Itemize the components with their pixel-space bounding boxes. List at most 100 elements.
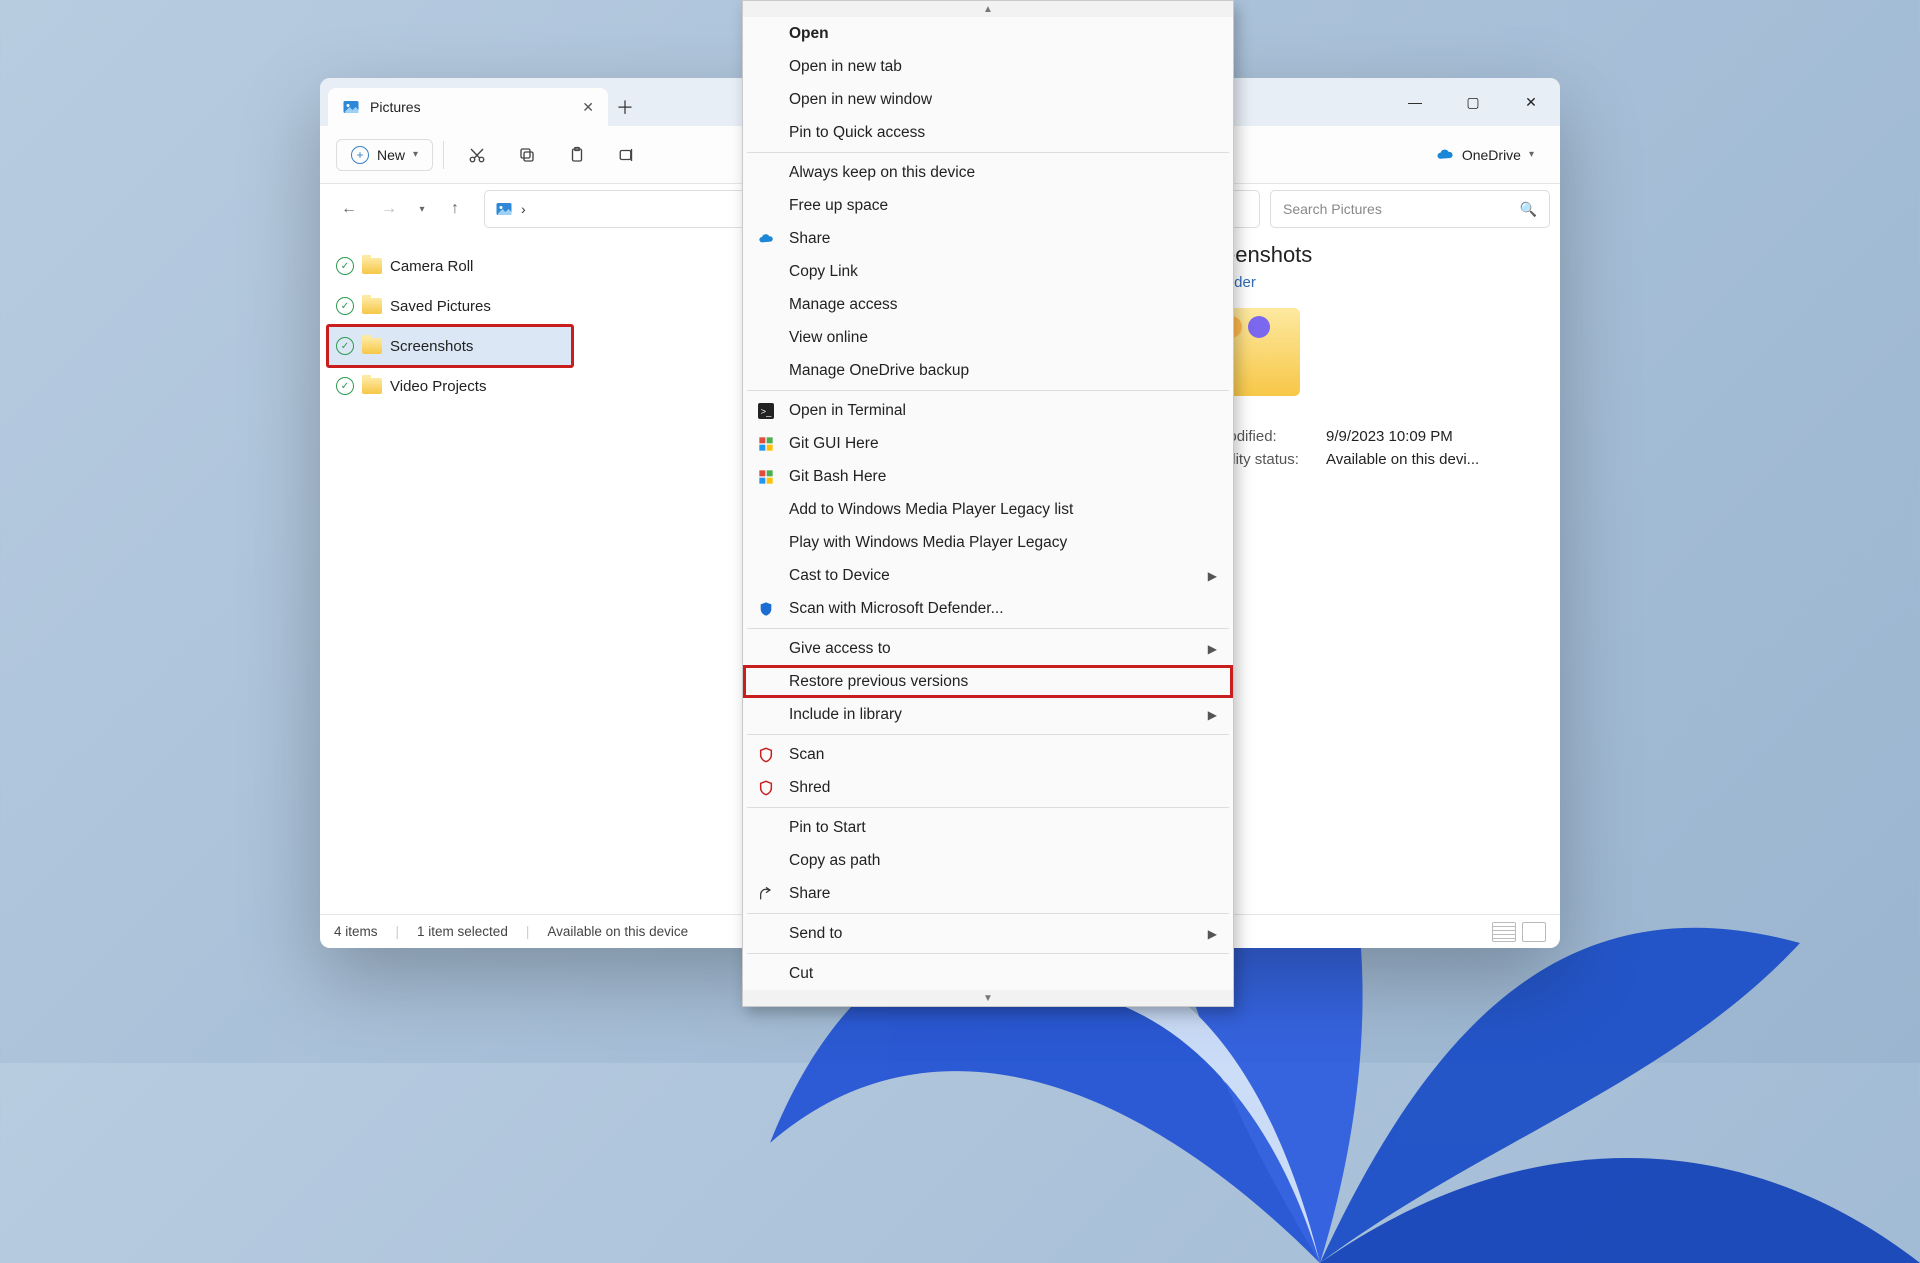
menu-item-label: View online [789, 329, 868, 347]
menu-item-open-in-terminal[interactable]: >_Open in Terminal [743, 394, 1233, 427]
search-icon: 🔍 [1520, 201, 1537, 218]
pictures-icon [342, 98, 360, 116]
menu-item-scan[interactable]: Scan [743, 738, 1233, 771]
menu-item-pin-to-quick-access[interactable]: Pin to Quick access [743, 116, 1233, 149]
tab-pictures[interactable]: Pictures ✕ [328, 88, 608, 126]
search-placeholder: Search Pictures [1283, 201, 1382, 217]
git-icon [757, 435, 775, 453]
search-box[interactable]: Search Pictures 🔍 [1270, 190, 1550, 228]
submenu-arrow-icon: ▶ [1208, 708, 1217, 722]
sync-ok-icon: ✓ [336, 257, 354, 275]
menu-item-label: Copy as path [789, 852, 880, 870]
plus-icon: + [351, 146, 369, 164]
submenu-arrow-icon: ▶ [1208, 642, 1217, 656]
divider: | [526, 924, 530, 939]
cloud-icon [1436, 148, 1454, 162]
icons-view-button[interactable] [1522, 922, 1546, 942]
cut-button[interactable] [454, 135, 500, 175]
sync-ok-icon: ✓ [336, 297, 354, 315]
mcafee-icon [757, 746, 775, 764]
scroll-up-icon[interactable]: ▲ [743, 1, 1233, 17]
menu-item-add-to-windows-media-player-legacy-list[interactable]: Add to Windows Media Player Legacy list [743, 493, 1233, 526]
menu-item-play-with-windows-media-player-legacy[interactable]: Play with Windows Media Player Legacy [743, 526, 1233, 559]
tree-item-label: Saved Pictures [390, 298, 491, 315]
tree-item-saved-pictures[interactable]: ✓ Saved Pictures [328, 286, 572, 326]
details-view-button[interactable] [1492, 922, 1516, 942]
pictures-icon [495, 200, 513, 218]
sync-ok-icon: ✓ [336, 337, 354, 355]
shield-icon [757, 600, 775, 618]
menu-item-copy-link[interactable]: Copy Link [743, 255, 1233, 288]
menu-item-label: Give access to [789, 640, 891, 658]
minimize-button[interactable]: — [1386, 78, 1444, 126]
menu-separator [747, 807, 1229, 808]
menu-separator [747, 734, 1229, 735]
menu-item-open[interactable]: Open [743, 17, 1233, 50]
menu-item-label: Add to Windows Media Player Legacy list [789, 501, 1073, 519]
tree-item-video-projects[interactable]: ✓ Video Projects [328, 366, 572, 406]
divider: | [396, 924, 400, 939]
menu-item-label: Play with Windows Media Player Legacy [789, 534, 1067, 552]
menu-item-shred[interactable]: Shred [743, 771, 1233, 804]
submenu-arrow-icon: ▶ [1208, 927, 1217, 941]
menu-item-label: Send to [789, 925, 842, 943]
window-controls: — ▢ ✕ [1386, 78, 1560, 126]
menu-item-label: Free up space [789, 197, 888, 215]
folder-icon [362, 338, 382, 354]
close-button[interactable]: ✕ [1502, 78, 1560, 126]
menu-item-git-gui-here[interactable]: Git GUI Here [743, 427, 1233, 460]
menu-item-include-in-library[interactable]: Include in library▶ [743, 698, 1233, 731]
status-items: 4 items [334, 924, 378, 939]
onedrive-label: OneDrive [1462, 147, 1521, 163]
tree-item-screenshots[interactable]: ✓ Screenshots [328, 326, 572, 366]
menu-item-label: Restore previous versions [789, 673, 968, 691]
menu-item-share[interactable]: Share [743, 222, 1233, 255]
menu-item-cast-to-device[interactable]: Cast to Device▶ [743, 559, 1233, 592]
menu-item-copy-as-path[interactable]: Copy as path [743, 844, 1233, 877]
new-tab-button[interactable]: ＋ [608, 88, 642, 126]
menu-item-give-access-to[interactable]: Give access to ▶ [743, 632, 1233, 665]
menu-item-manage-access[interactable]: Manage access [743, 288, 1233, 321]
menu-item-restore-previous-versions[interactable]: Restore previous versions [743, 665, 1233, 698]
tab-close-icon[interactable]: ✕ [582, 99, 594, 116]
menu-item-label: Manage access [789, 296, 898, 314]
onedrive-button[interactable]: OneDrive ▾ [1426, 141, 1544, 169]
menu-separator [747, 628, 1229, 629]
menu-item-label: Cast to Device [789, 567, 890, 585]
meta-value-date: 9/9/2023 10:09 PM [1326, 428, 1479, 445]
menu-item-open-in-new-tab[interactable]: Open in new tab [743, 50, 1233, 83]
menu-item-free-up-space[interactable]: Free up space [743, 189, 1233, 222]
folder-tree: ✓ Camera Roll ✓ Saved Pictures ✓ Screens… [320, 234, 580, 914]
up-button[interactable]: ↑ [436, 190, 474, 228]
forward-button[interactable]: → [370, 190, 408, 228]
maximize-button[interactable]: ▢ [1444, 78, 1502, 126]
menu-item-always-keep-on-this-device[interactable]: Always keep on this device [743, 156, 1233, 189]
menu-item-send-to[interactable]: Send to ▶ [743, 917, 1233, 950]
menu-item-cut[interactable]: Cut [743, 957, 1233, 990]
menu-item-label: Share [789, 885, 830, 903]
rename-button[interactable] [604, 135, 650, 175]
menu-item-open-in-new-window[interactable]: Open in new window [743, 83, 1233, 116]
status-availability: Available on this device [547, 924, 688, 939]
menu-item-label: Open [789, 25, 829, 43]
cloud-icon [757, 230, 775, 248]
git-icon [757, 468, 775, 486]
back-button[interactable]: ← [330, 190, 368, 228]
paste-button[interactable] [554, 135, 600, 175]
terminal-icon: >_ [757, 402, 775, 420]
menu-item-label: Always keep on this device [789, 164, 975, 182]
breadcrumb-sep: › [521, 201, 526, 217]
menu-item-git-bash-here[interactable]: Git Bash Here [743, 460, 1233, 493]
menu-item-pin-to-start[interactable]: Pin to Start [743, 811, 1233, 844]
tree-item-camera-roll[interactable]: ✓ Camera Roll [328, 246, 572, 286]
menu-item-view-online[interactable]: View online [743, 321, 1233, 354]
new-button[interactable]: + New ▾ [336, 139, 433, 171]
context-menu: ▲ OpenOpen in new tabOpen in new windowP… [742, 0, 1234, 1007]
menu-separator [747, 953, 1229, 954]
menu-item-scan-with-microsoft-defender[interactable]: Scan with Microsoft Defender... [743, 592, 1233, 625]
scroll-down-icon[interactable]: ▼ [743, 990, 1233, 1006]
copy-button[interactable] [504, 135, 550, 175]
menu-item-share[interactable]: Share [743, 877, 1233, 910]
menu-item-manage-onedrive-backup[interactable]: Manage OneDrive backup [743, 354, 1233, 387]
recent-dropdown[interactable]: ▾ [410, 190, 434, 228]
